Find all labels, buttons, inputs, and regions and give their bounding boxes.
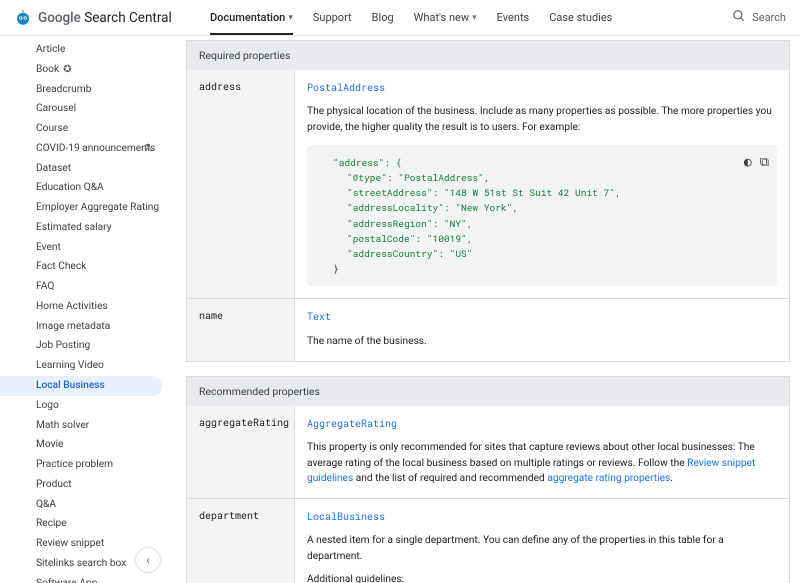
sidebar-item-faq[interactable]: FAQ bbox=[0, 277, 170, 297]
chevron-down-icon: ▾ bbox=[288, 13, 293, 23]
top-header: Google Search Central Documentation▾ Sup… bbox=[0, 0, 800, 36]
property-row-name: name Text The name of the business. bbox=[186, 299, 790, 362]
sidebar-item-product[interactable]: Product bbox=[0, 475, 170, 495]
property-body: PostalAddress The physical location of t… bbox=[295, 70, 789, 298]
nav-support[interactable]: Support bbox=[313, 0, 352, 35]
sidebar-nav: Article Book ✪ Breadcrumb Carousel Cours… bbox=[0, 36, 170, 583]
sidebar-item-course[interactable]: Course bbox=[0, 119, 170, 139]
sidebar-item-qa[interactable]: Q&A bbox=[0, 495, 170, 515]
sidebar-item-article[interactable]: Article bbox=[0, 40, 170, 60]
type-link-aggregaterating[interactable]: AggregateRating bbox=[307, 417, 397, 430]
sidebar-item-movie[interactable]: Movie bbox=[0, 435, 170, 455]
code-example: ◐ ⧉ "address": { "@type": "PostalAddress… bbox=[307, 145, 777, 287]
required-properties-header: Required properties bbox=[186, 40, 790, 70]
property-row-department: department LocalBusiness A nested item f… bbox=[186, 499, 790, 583]
additional-guidelines-label: Additional guidelines: bbox=[307, 572, 777, 583]
chevron-down-icon: ▾ bbox=[472, 13, 477, 23]
type-link-localbusiness[interactable]: LocalBusiness bbox=[307, 510, 385, 523]
nav-documentation[interactable]: Documentation▾ bbox=[210, 0, 293, 35]
property-body: AggregateRating This property is only re… bbox=[295, 406, 789, 498]
property-body: Text The name of the business. bbox=[295, 299, 789, 361]
sidebar-item-recipe[interactable]: Recipe bbox=[0, 514, 170, 534]
property-name: aggregateRating bbox=[187, 406, 295, 498]
theme-toggle-icon[interactable]: ◐ bbox=[744, 151, 752, 172]
property-body: LocalBusiness A nested item for a single… bbox=[295, 499, 789, 583]
search-icon bbox=[732, 9, 746, 26]
link-aggregate-rating-properties[interactable]: aggregate rating properties bbox=[547, 473, 670, 484]
property-name: name bbox=[187, 299, 295, 361]
sidebar-item-carousel[interactable]: Carousel bbox=[0, 99, 170, 119]
property-description: A nested item for a single department. Y… bbox=[307, 533, 777, 564]
sidebar-item-employer[interactable]: Employer Aggregate Rating bbox=[0, 198, 170, 218]
primary-nav: Documentation▾ Support Blog What's new▾ … bbox=[210, 0, 612, 35]
property-row-address: address PostalAddress The physical locat… bbox=[186, 70, 790, 299]
nav-blog[interactable]: Blog bbox=[372, 0, 394, 35]
logo-area[interactable]: Google Search Central bbox=[14, 9, 210, 27]
nav-events[interactable]: Events bbox=[497, 0, 530, 35]
search-button[interactable]: Search bbox=[732, 9, 786, 26]
sidebar-item-job-posting[interactable]: Job Posting bbox=[0, 336, 170, 356]
type-link-postaladdress[interactable]: PostalAddress bbox=[307, 81, 385, 94]
sidebar-item-dataset[interactable]: Dataset bbox=[0, 159, 170, 179]
google-bot-icon bbox=[14, 9, 32, 27]
sidebar-item-book[interactable]: Book ✪ bbox=[0, 60, 170, 80]
logo-text: Google Search Central bbox=[38, 10, 172, 26]
nav-whats-new[interactable]: What's new▾ bbox=[414, 0, 477, 35]
sidebar-item-education-qa[interactable]: Education Q&A bbox=[0, 178, 170, 198]
sidebar-item-salary[interactable]: Estimated salary bbox=[0, 218, 170, 238]
copy-icon[interactable]: ⧉ bbox=[760, 151, 769, 172]
recommended-properties-header: Recommended properties bbox=[186, 376, 790, 406]
type-link-text[interactable]: Text bbox=[307, 310, 331, 323]
collapse-sidebar-button[interactable]: ‹ bbox=[135, 547, 161, 573]
property-description: This property is only recommended for si… bbox=[307, 440, 777, 486]
property-row-aggregate-rating: aggregateRating AggregateRating This pro… bbox=[186, 406, 790, 499]
sidebar-item-event[interactable]: Event bbox=[0, 238, 170, 258]
sidebar-item-home-activities[interactable]: Home Activities bbox=[0, 297, 170, 317]
sidebar-item-learning-video[interactable]: Learning Video bbox=[0, 356, 170, 376]
sidebar-item-math-solver[interactable]: Math solver bbox=[0, 416, 170, 436]
property-description: The physical location of the business. I… bbox=[307, 104, 777, 135]
flask-icon: ⚗ bbox=[143, 142, 152, 156]
sidebar-item-software-app[interactable]: Software App bbox=[0, 574, 170, 583]
property-name: department bbox=[187, 499, 295, 583]
property-name: address bbox=[187, 70, 295, 298]
property-description: The name of the business. bbox=[307, 334, 777, 349]
sidebar-item-local-business[interactable]: Local Business bbox=[0, 376, 162, 396]
sidebar-item-image-metadata[interactable]: Image metadata bbox=[0, 317, 170, 337]
sidebar-item-practice-problem[interactable]: Practice problem bbox=[0, 455, 170, 475]
nav-case-studies[interactable]: Case studies bbox=[549, 0, 612, 35]
sidebar-item-covid[interactable]: COVID-19 announcements⚗ bbox=[0, 139, 170, 159]
sidebar-item-fact-check[interactable]: Fact Check bbox=[0, 257, 170, 277]
chevron-left-icon: ‹ bbox=[146, 553, 150, 567]
search-label: Search bbox=[752, 11, 786, 24]
sidebar-item-breadcrumb[interactable]: Breadcrumb bbox=[0, 80, 170, 100]
sidebar-item-logo[interactable]: Logo bbox=[0, 396, 170, 416]
main-content: Required properties address PostalAddres… bbox=[170, 36, 800, 583]
verified-icon: ✪ bbox=[63, 63, 71, 77]
